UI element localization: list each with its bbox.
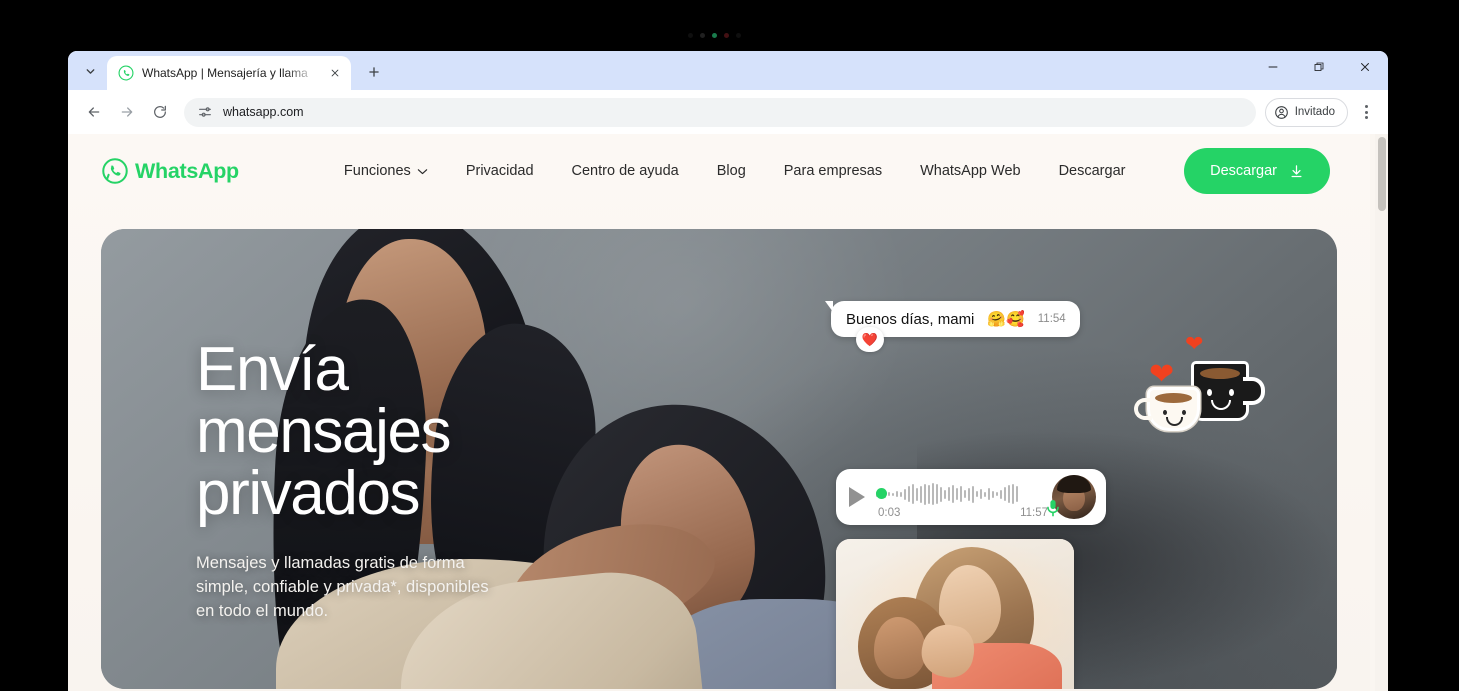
url-text: whatsapp.com <box>223 105 304 119</box>
plus-icon <box>369 67 379 77</box>
hero-subtitle-line-1: Mensajes y llamadas gratis de forma <box>196 554 465 572</box>
nav-label: Descargar <box>1058 163 1126 179</box>
nav-item-funciones[interactable]: Funciones <box>325 163 447 179</box>
profile-label: Invitado <box>1294 106 1335 118</box>
window-close-button[interactable] <box>1342 51 1388 83</box>
three-dots-vertical-icon <box>1364 105 1368 108</box>
browser-tab[interactable]: WhatsApp | Mensajería y llama <box>107 56 351 90</box>
window-controls <box>1250 51 1388 90</box>
scrollbar-thumb[interactable] <box>1377 137 1386 211</box>
chat-message-time: 11:54 <box>1037 313 1066 325</box>
chevron-down-icon <box>417 168 428 174</box>
desktop-background: WhatsApp | Mensajería y llama whatsapp.c… <box>0 0 1459 691</box>
hero-title: Envía mensajes privados <box>196 339 526 525</box>
address-bar[interactable]: whatsapp.com <box>184 97 1256 127</box>
brand-logo[interactable]: WhatsApp <box>101 157 239 185</box>
hero-title-line-1: Envía <box>196 335 349 404</box>
tune-sliders-icon[interactable] <box>197 104 213 120</box>
site-navigation-bar: WhatsApp Funciones Privacidad Centro de … <box>68 134 1370 208</box>
minimize-button[interactable] <box>1250 51 1296 83</box>
microphone-icon <box>1046 499 1060 517</box>
nav-item-privacidad[interactable]: Privacidad <box>447 163 553 179</box>
chevron-down-icon <box>86 68 94 74</box>
tab-strip: WhatsApp | Mensajería y llama <box>68 51 1388 90</box>
download-cta-button[interactable]: Descargar <box>1184 148 1330 194</box>
hero-subtitle-line-2: simple, confiable y privada*, disponible… <box>196 577 489 596</box>
brand-name: WhatsApp <box>135 158 239 183</box>
system-indicator-dots <box>688 30 768 40</box>
hero-copy: Envía mensajes privados Mensajes y llama… <box>196 339 526 624</box>
new-tab-button[interactable] <box>360 58 388 86</box>
whatsapp-page: WhatsApp Funciones Privacidad Centro de … <box>68 134 1370 691</box>
nav-label: Blog <box>716 163 746 179</box>
nav-label: WhatsApp Web <box>920 163 1021 179</box>
arrow-left-icon <box>88 107 99 117</box>
voice-progress-dot[interactable] <box>876 488 887 499</box>
chat-reaction-badge: ❤️ <box>856 327 884 352</box>
tab-close-button[interactable] <box>325 63 345 83</box>
minimize-icon <box>1268 66 1278 68</box>
maximize-button[interactable] <box>1296 51 1342 83</box>
play-icon[interactable] <box>849 487 865 507</box>
voice-waveform-area[interactable]: 0:03 11:57 <box>876 477 1048 519</box>
nav-links: Funciones Privacidad Centro de ayuda Blo… <box>325 163 1145 179</box>
whatsapp-icon <box>118 65 134 81</box>
hero-banner: Envía mensajes privados Mensajes y llama… <box>101 229 1337 689</box>
nav-label: Centro de ayuda <box>571 163 679 179</box>
page-scrollbar[interactable] <box>1375 134 1388 691</box>
voice-avatar-wrap <box>1047 475 1096 519</box>
nav-item-centro-de-ayuda[interactable]: Centro de ayuda <box>553 163 698 179</box>
hero-title-line-2: mensajes <box>196 397 452 466</box>
back-button[interactable] <box>78 97 109 128</box>
nav-label: Funciones <box>343 163 411 179</box>
tab-title: WhatsApp | Mensajería y llama <box>142 66 308 80</box>
profile-button[interactable]: Invitado <box>1264 97 1348 127</box>
browser-menu-button[interactable] <box>1353 97 1379 128</box>
browser-window: WhatsApp | Mensajería y llama whatsapp.c… <box>68 51 1388 691</box>
nav-label: Privacidad <box>465 163 534 179</box>
arrow-right-icon <box>121 107 132 117</box>
chat-bubble-voice-message: 0:03 11:57 <box>836 469 1106 525</box>
tab-search-button[interactable] <box>76 57 104 85</box>
hero-subtitle: Mensajes y llamadas gratis de forma simp… <box>196 552 526 624</box>
reload-icon <box>153 105 166 118</box>
hero-title-line-3: privados <box>196 459 421 528</box>
forward-button[interactable] <box>111 97 142 128</box>
chat-message-text: Buenos días, mami <box>846 310 975 328</box>
coffee-mug-stickers: ❤ ❤ <box>1134 329 1268 434</box>
hero-subtitle-line-3: en todo el mundo. <box>196 601 329 620</box>
light-coffee-mug-sticker <box>1134 387 1200 431</box>
chat-message-emoji: 🤗🥰 <box>987 311 1025 328</box>
voice-duration: 0:03 <box>878 507 901 519</box>
nav-item-descargar[interactable]: Descargar <box>1040 163 1145 179</box>
page-viewport: WhatsApp Funciones Privacidad Centro de … <box>68 134 1388 691</box>
voice-time: 11:57 <box>1020 507 1048 519</box>
download-icon <box>1291 164 1302 177</box>
close-icon <box>331 69 339 77</box>
whatsapp-logo-icon <box>102 158 128 184</box>
video-message-thumbnail[interactable] <box>836 539 1074 689</box>
voice-times: 0:03 11:57 <box>878 507 1048 519</box>
nav-label: Para empresas <box>783 163 883 179</box>
reload-button[interactable] <box>144 97 175 128</box>
download-cta-label: Descargar <box>1210 163 1277 179</box>
heart-sticker-small: ❤ <box>1185 331 1204 356</box>
voice-waveform <box>876 483 1048 505</box>
nav-item-whatsapp-web[interactable]: WhatsApp Web <box>901 163 1039 179</box>
account-circle-icon <box>1274 105 1288 119</box>
close-icon <box>1361 63 1369 71</box>
nav-item-para-empresas[interactable]: Para empresas <box>765 163 901 179</box>
nav-item-blog[interactable]: Blog <box>698 163 765 179</box>
browser-toolbar: whatsapp.com Invitado <box>68 90 1388 134</box>
maximize-restore-icon <box>1314 62 1324 71</box>
